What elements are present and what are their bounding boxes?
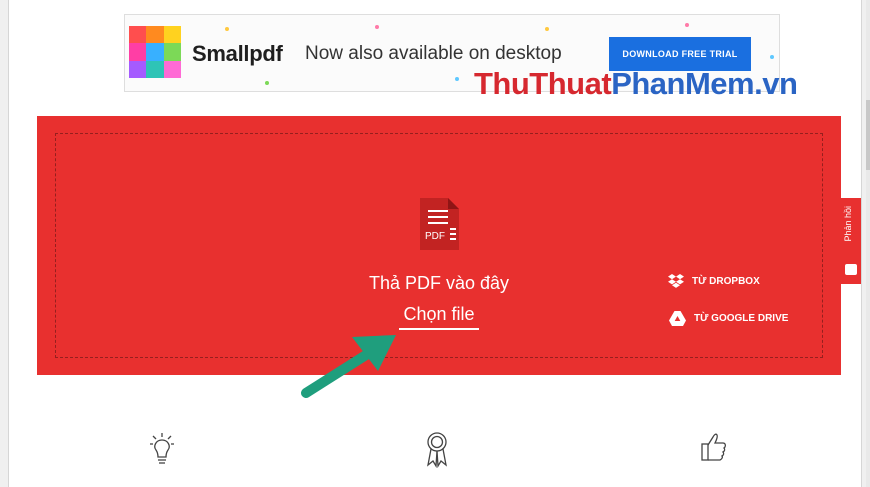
brand-name: Smallpdf	[192, 41, 283, 66]
annotation-arrow-icon	[301, 335, 396, 398]
confetti-dot	[685, 23, 689, 27]
google-drive-icon	[669, 311, 686, 326]
logo-tile	[129, 26, 147, 44]
lightbulb-icon	[150, 433, 174, 464]
watermark-logo: ThuThuatPhanMem.vn	[474, 66, 798, 101]
scrollbar-thumb[interactable]	[866, 100, 870, 170]
award-ribbon-icon	[427, 432, 447, 468]
smallpdf-logo-icon	[129, 26, 181, 78]
pdf-file-icon: PDF	[420, 198, 459, 250]
google-drive-button[interactable]: TỪ GOOGLE DRIVE	[669, 311, 788, 326]
confetti-dot	[265, 81, 269, 85]
pdf-drop-zone[interactable]: PDF Thả PDF vào đây Chọn file TỪ DROPBOX…	[37, 116, 841, 375]
feedback-icon	[845, 264, 857, 275]
confetti-dot	[375, 25, 379, 29]
logo-tile	[129, 43, 147, 61]
dropbox-icon	[668, 274, 684, 288]
feedback-label: Phản hồi	[843, 206, 853, 242]
choose-file-link[interactable]: Chọn file	[399, 304, 479, 330]
dropbox-button[interactable]: TỪ DROPBOX	[668, 274, 760, 288]
banner-tagline: Now also available on desktop	[305, 43, 562, 64]
dropbox-label: TỪ DROPBOX	[692, 275, 760, 287]
scrollbar-track[interactable]	[866, 0, 870, 487]
logo-tile	[129, 60, 147, 78]
logo-tile	[146, 26, 164, 44]
confetti-dot	[770, 55, 774, 59]
logo-tile	[163, 60, 181, 78]
confetti-dot	[455, 77, 459, 81]
logo-tile	[163, 43, 181, 61]
logo-tile	[146, 43, 164, 61]
logo-tile	[163, 26, 181, 44]
feedback-tab[interactable]: Phản hồi	[840, 198, 861, 284]
thumbs-up-icon	[701, 433, 727, 461]
svg-text:PDF: PDF	[425, 231, 445, 242]
confetti-dot	[225, 27, 229, 31]
page: Smallpdf Now also available on desktop D…	[8, 0, 862, 487]
logo-tile	[146, 60, 164, 78]
google-drive-label: TỪ GOOGLE DRIVE	[694, 313, 789, 324]
confetti-dot	[545, 27, 549, 31]
